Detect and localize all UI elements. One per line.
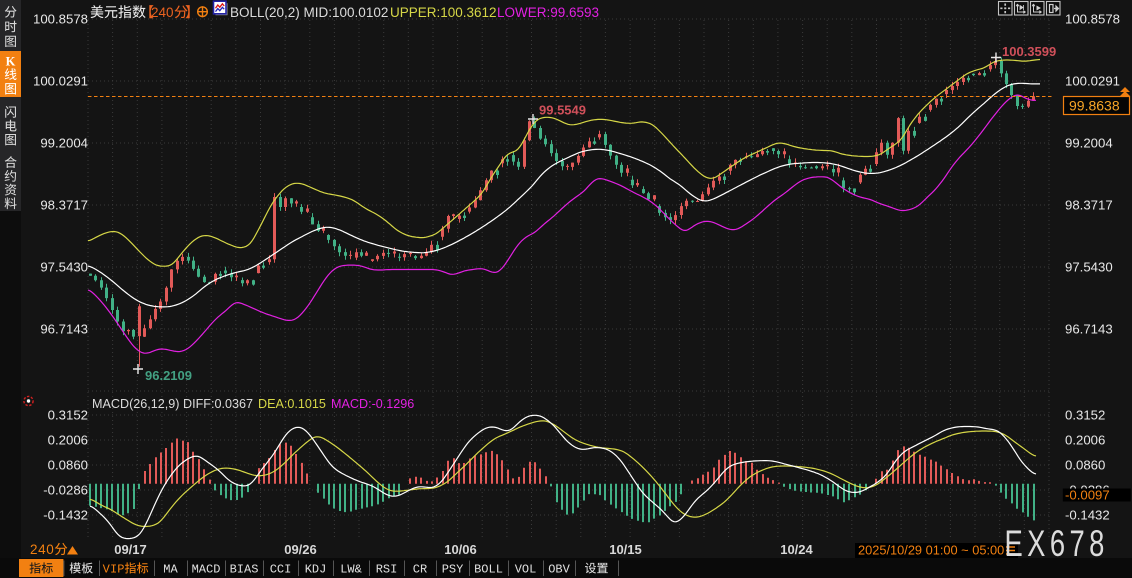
svg-text:99.2004: 99.2004 xyxy=(1065,136,1113,151)
svg-text:09/26: 09/26 xyxy=(284,542,317,557)
svg-text:96.7143: 96.7143 xyxy=(40,322,88,337)
svg-text:BOLL: BOLL xyxy=(474,563,503,577)
svg-text:BOLL(20,2) MID:100.0102: BOLL(20,2) MID:100.0102 xyxy=(230,5,388,20)
svg-text:10/24: 10/24 xyxy=(780,542,813,557)
svg-text:-0.0286: -0.0286 xyxy=(43,483,88,498)
svg-text:96.7143: 96.7143 xyxy=(1065,322,1113,337)
svg-text:K: K xyxy=(6,54,16,68)
svg-text:-0.0097: -0.0097 xyxy=(1065,487,1110,502)
svg-text:DEA:0.1015: DEA:0.1015 xyxy=(258,397,326,411)
svg-text:MA: MA xyxy=(163,563,178,577)
svg-text:CCI: CCI xyxy=(270,563,292,577)
svg-text:100.8578: 100.8578 xyxy=(33,12,88,27)
svg-text:0.3152: 0.3152 xyxy=(1065,408,1105,423)
svg-text:0.2006: 0.2006 xyxy=(48,433,88,448)
svg-text:OBV: OBV xyxy=(548,563,570,577)
svg-text:10/06: 10/06 xyxy=(444,542,477,557)
svg-text:VOL: VOL xyxy=(515,563,537,577)
svg-text:09/17: 09/17 xyxy=(114,542,147,557)
svg-text:RSI: RSI xyxy=(376,563,398,577)
svg-text:10/15: 10/15 xyxy=(609,542,642,557)
svg-text:98.3717: 98.3717 xyxy=(40,198,88,213)
svg-text:100.8578: 100.8578 xyxy=(1065,12,1120,27)
svg-text:0.3152: 0.3152 xyxy=(48,408,88,423)
svg-text:MACD: MACD xyxy=(192,563,221,577)
svg-text:100.3599: 100.3599 xyxy=(1002,44,1056,59)
svg-text:2: 2 xyxy=(30,542,38,557)
svg-text:99.5549: 99.5549 xyxy=(539,103,586,118)
svg-text:KDJ: KDJ xyxy=(305,563,327,577)
svg-text:99.8638: 99.8638 xyxy=(1069,98,1120,114)
svg-text:-0.1432: -0.1432 xyxy=(43,508,88,523)
svg-text:100.0291: 100.0291 xyxy=(1065,74,1120,89)
svg-text:UPPER:100.3612: UPPER:100.3612 xyxy=(390,5,497,20)
svg-text:LW&: LW& xyxy=(340,563,362,577)
svg-text:I: I xyxy=(110,563,117,577)
svg-text:PSY: PSY xyxy=(442,563,464,577)
svg-text:240: 240 xyxy=(151,5,174,20)
svg-text:99.2004: 99.2004 xyxy=(40,136,88,151)
svg-text:EX678: EX678 xyxy=(1004,523,1108,564)
svg-text:2025/10/29 01:00 ~ 05:00: 2025/10/29 01:00 ~ 05:00 xyxy=(858,543,1004,558)
svg-text:97.5430: 97.5430 xyxy=(40,260,88,275)
svg-text:96.2109: 96.2109 xyxy=(145,368,192,383)
svg-text:98.3717: 98.3717 xyxy=(1065,198,1113,213)
svg-text:0.0860: 0.0860 xyxy=(48,458,88,473)
svg-text:97.5430: 97.5430 xyxy=(1065,260,1113,275)
svg-text:MACD(26,12,9) DIFF:0.0367: MACD(26,12,9) DIFF:0.0367 xyxy=(92,397,253,411)
svg-text:CR: CR xyxy=(413,563,427,577)
svg-text:LOWER:99.6593: LOWER:99.6593 xyxy=(497,5,599,20)
svg-text:MACD:-0.1296: MACD:-0.1296 xyxy=(331,397,414,411)
svg-text:0.2006: 0.2006 xyxy=(1065,433,1105,448)
svg-text:0.0860: 0.0860 xyxy=(1065,458,1105,473)
svg-text:0: 0 xyxy=(46,542,54,557)
svg-text:4: 4 xyxy=(38,542,46,557)
svg-text:BIAS: BIAS xyxy=(230,563,259,577)
svg-text:100.0291: 100.0291 xyxy=(33,74,88,89)
svg-text:-0.1432: -0.1432 xyxy=(1065,508,1110,523)
svg-text:P: P xyxy=(117,563,124,577)
